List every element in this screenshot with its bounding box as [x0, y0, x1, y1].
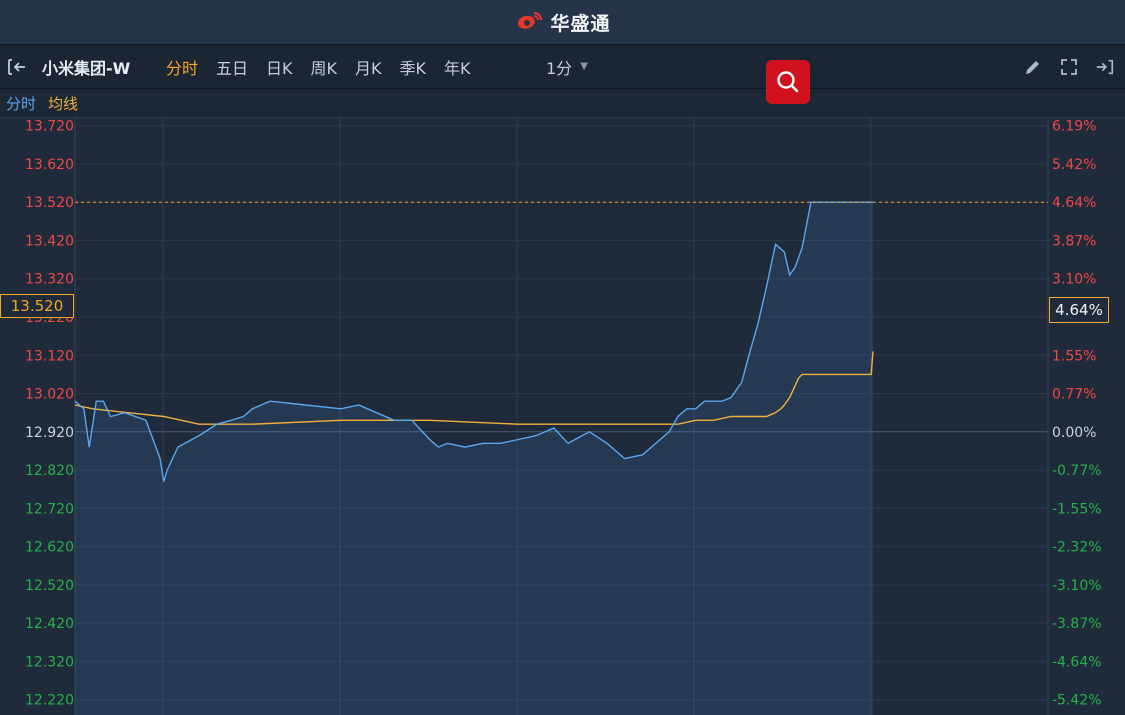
tab-monthly-k[interactable]: 月K — [355, 55, 382, 79]
y-tick-left: 13.620 — [25, 157, 74, 173]
fullscreen-icon[interactable] — [1059, 57, 1079, 77]
y-tick-right: 6.19% — [1052, 119, 1096, 135]
y-tick-right: -1.55% — [1052, 501, 1102, 517]
exit-icon[interactable] — [1095, 57, 1115, 77]
y-tick-left: 12.320 — [25, 654, 74, 670]
current-change-label: 4.64% — [1049, 297, 1109, 323]
y-tick-left: 12.520 — [25, 578, 74, 594]
y-tick-right: 0.77% — [1052, 387, 1096, 403]
collapse-left-button[interactable] — [6, 45, 32, 88]
intraday-chart[interactable]: 13.720 6.19% 13.620 5.42% 13.520 4.64% 13.420 3… — [0, 118, 1125, 715]
tab-five-day[interactable]: 五日 — [216, 55, 248, 79]
interval-value: 1分 — [546, 58, 573, 78]
toolbar: 小米集团-W 分时 五日 日K 周K 月K 季K 年K 1分 ▼ — [0, 45, 1125, 89]
legend-price: 分时 — [6, 94, 37, 113]
y-tick-right: 4.64% — [1052, 195, 1096, 211]
stock-name[interactable]: 小米集团-W — [42, 45, 130, 88]
y-tick-left: 13.020 — [25, 387, 74, 403]
y-tick-left: 13.720 — [25, 119, 74, 135]
chart-tools — [1023, 45, 1115, 88]
y-tick-right: -5.42% — [1052, 693, 1102, 709]
tab-yearly-k[interactable]: 年K — [444, 55, 471, 79]
y-tick-left: 12.920 — [25, 425, 74, 441]
brand-name: 华盛通 — [550, 12, 611, 35]
tab-quarterly-k[interactable]: 季K — [400, 55, 427, 79]
y-tick-left: 12.720 — [25, 501, 74, 517]
pencil-icon[interactable] — [1023, 57, 1043, 77]
y-tick-right: -4.64% — [1052, 654, 1102, 670]
y-tick-right: 3.10% — [1052, 272, 1096, 288]
y-tick-right: 3.87% — [1052, 233, 1096, 249]
y-tick-right: 5.42% — [1052, 157, 1096, 173]
y-tick-right: -2.32% — [1052, 540, 1102, 556]
chart-svg[interactable]: 13.720 6.19% 13.620 5.42% 13.520 4.64% 13.420 3… — [0, 118, 1125, 715]
y-tick-left: 12.420 — [25, 616, 74, 632]
period-tabs: 分时 五日 日K 周K 月K 季K 年K — [166, 45, 489, 88]
y-tick-right: -3.10% — [1052, 578, 1102, 594]
chevron-down-icon: ▼ — [580, 61, 588, 72]
chart-legend: 分时 均线 — [0, 89, 1125, 118]
legend-average: 均线 — [48, 94, 79, 113]
tab-daily-k[interactable]: 日K — [266, 55, 293, 79]
y-tick-left: 12.220 — [25, 693, 74, 709]
y-tick-left: 13.320 — [25, 272, 74, 288]
search-icon — [777, 71, 799, 93]
interval-select[interactable]: 1分 ▼ — [546, 45, 588, 88]
y-tick-left: 13.120 — [25, 348, 74, 364]
y-tick-left: 13.520 — [25, 195, 74, 211]
y-tick-left: 13.420 — [25, 233, 74, 249]
brand-logo-icon — [518, 11, 543, 29]
current-price-label: 13.520 — [0, 294, 74, 318]
y-tick-right: -0.77% — [1052, 463, 1102, 479]
tab-weekly-k[interactable]: 周K — [311, 55, 338, 79]
top-bar: 华盛通 — [0, 0, 1125, 45]
y-tick-right: -3.87% — [1052, 616, 1102, 632]
y-tick-left: 12.620 — [25, 540, 74, 556]
brand: 华盛通 — [0, 0, 1125, 44]
y-tick-left: 12.820 — [25, 463, 74, 479]
tab-intraday[interactable]: 分时 — [166, 55, 198, 79]
y-tick-right: 0.00% — [1052, 425, 1096, 441]
y-tick-right: 1.55% — [1052, 348, 1096, 364]
search-button[interactable] — [766, 60, 810, 104]
collapse-left-icon — [8, 58, 25, 75]
